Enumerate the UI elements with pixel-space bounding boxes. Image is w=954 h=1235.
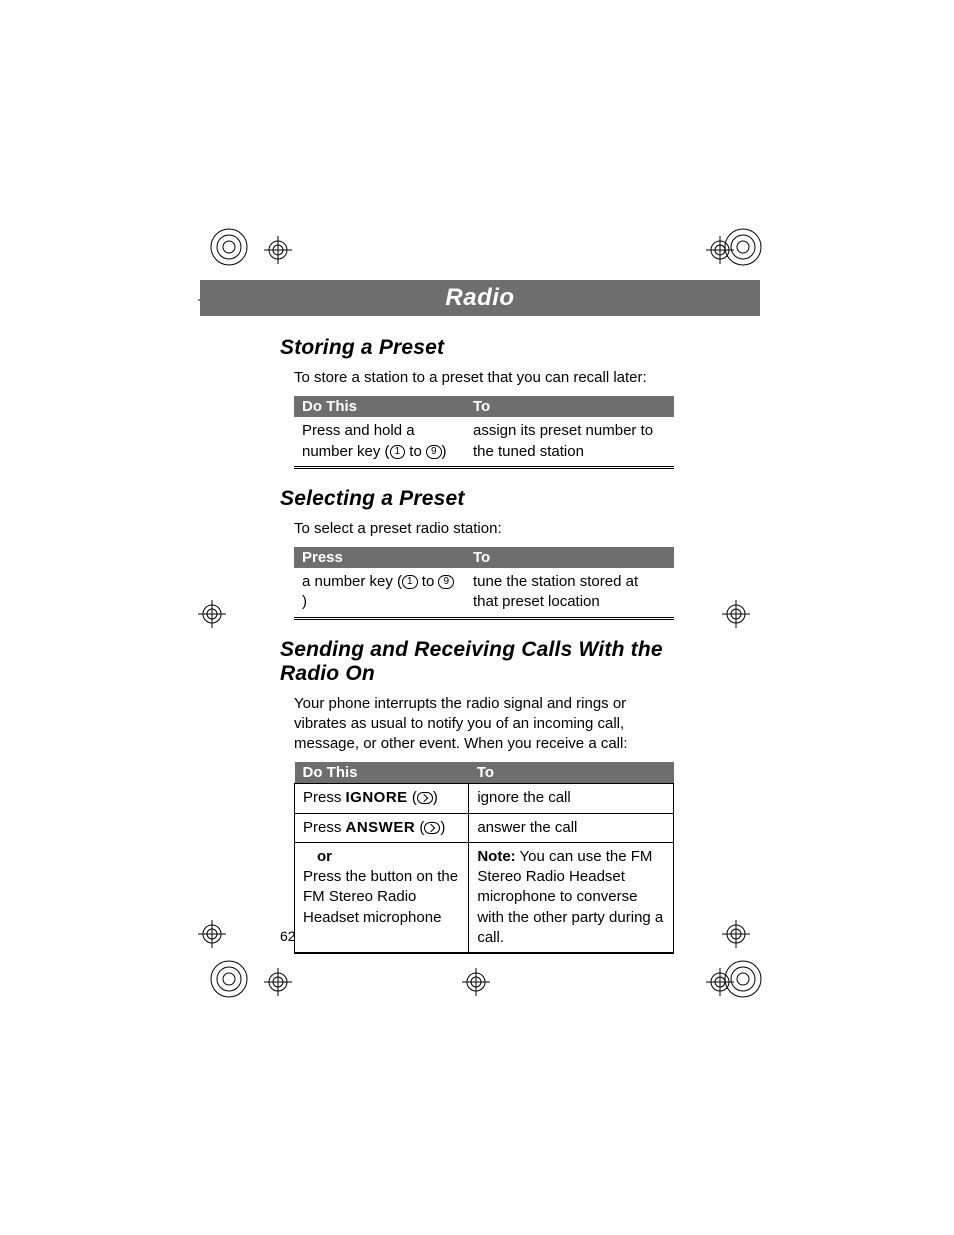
intro-text: Your phone interrupts the radio signal a… [294,694,680,755]
table-cell: tune the station stored at that preset l… [465,568,674,618]
page-number: 62 [280,928,296,944]
section-heading-storing: Storing a Preset [280,336,680,360]
table-header: To [465,547,674,568]
table-header: Do This [294,396,465,417]
section-heading-calls: Sending and Receiving Calls With the Rad… [280,638,680,686]
key-1-icon: 1 [402,575,418,589]
key-9-icon: 9 [438,575,454,589]
key-1-icon: 1 [390,445,406,459]
manual-page: Radio Storing a Preset To store a statio… [0,0,954,1235]
registration-mark-icon [198,920,226,948]
registration-mark-icon [264,968,292,996]
table-selecting: Press To a number key (1 to 9) tune the … [294,547,674,620]
intro-text: To select a preset radio station: [294,519,680,539]
table-cell: or Press the button on the FM Stereo Rad… [295,842,469,953]
registration-mark-icon [198,600,226,628]
intro-text: To store a station to a preset that you … [294,368,680,388]
table-cell: ignore the call [469,784,674,813]
table-header: To [465,396,674,417]
corner-rosette-icon [208,226,250,268]
registration-mark-icon [462,968,490,996]
table-cell: Press IGNORE () [295,784,469,813]
corner-rosette-icon [208,958,250,1000]
table-storing: Do This To Press and hold a number key (… [294,396,674,469]
section-heading-selecting: Selecting a Preset [280,487,680,511]
table-cell: Press and hold a number key (1 to 9) [294,417,465,467]
table-header: Do This [295,762,469,784]
registration-mark-icon [264,236,292,264]
table-cell: assign its preset number to the tuned st… [465,417,674,467]
table-header: Press [294,547,465,568]
page-content: Radio Storing a Preset To store a statio… [280,280,680,954]
registration-mark-icon [722,920,750,948]
table-cell: Note: You can use the FM Stereo Radio He… [469,842,674,953]
softkey-icon [424,822,440,834]
chapter-title: Radio [200,280,760,316]
softkey-icon [417,792,433,804]
corner-rosette-icon [722,958,764,1000]
corner-rosette-icon [722,226,764,268]
table-cell: answer the call [469,813,674,842]
registration-mark-icon [722,600,750,628]
key-9-icon: 9 [426,445,442,459]
table-header: To [469,762,674,784]
table-cell: a number key (1 to 9) [294,568,465,618]
table-cell: Press ANSWER () [295,813,469,842]
table-calls: Do This To Press IGNORE () ignore the ca… [294,762,674,954]
